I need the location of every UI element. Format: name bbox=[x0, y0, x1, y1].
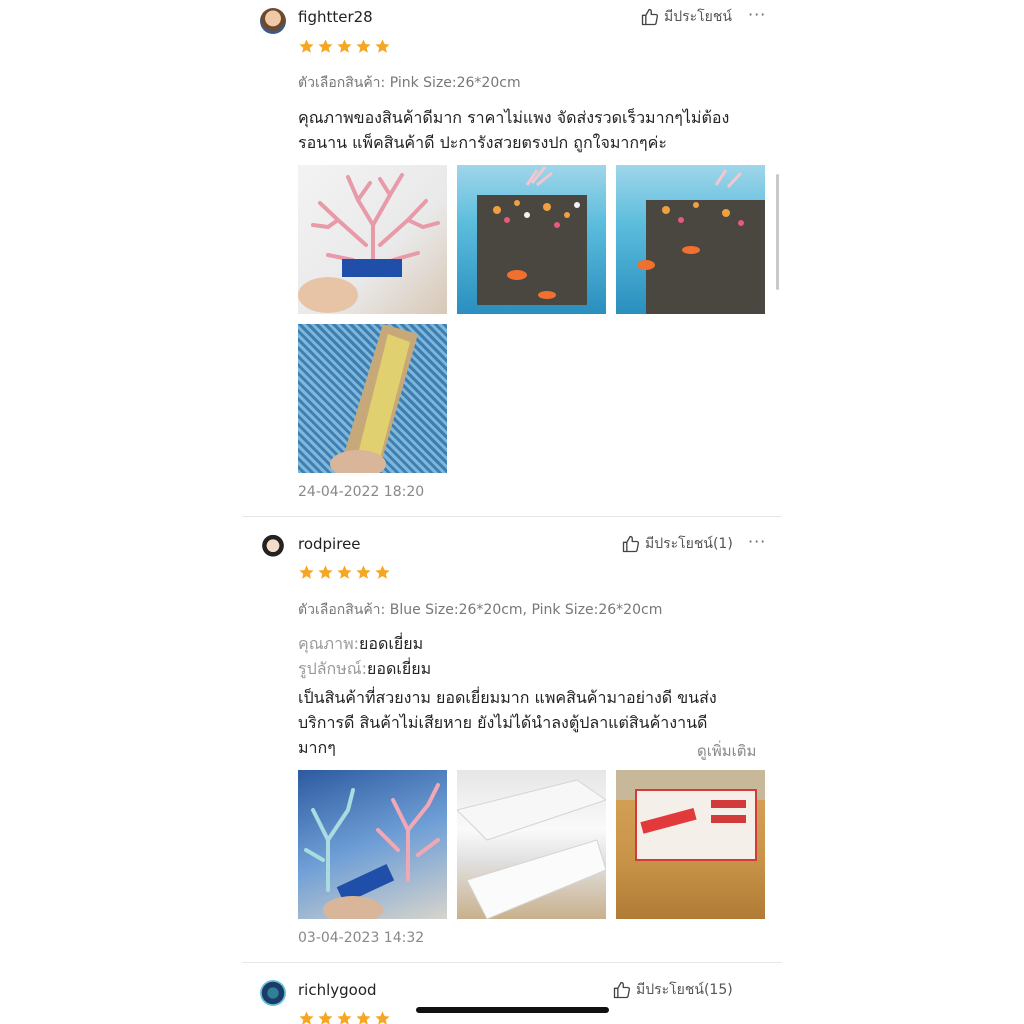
pink-coral-graphic bbox=[298, 173, 440, 313]
review-photo[interactable] bbox=[616, 770, 765, 919]
star-icon bbox=[356, 39, 371, 53]
review-username[interactable]: fightter28 bbox=[298, 8, 373, 26]
appearance-value: ยอดเยี่ยม bbox=[367, 659, 432, 678]
star-icon bbox=[356, 565, 371, 579]
review-photo[interactable] bbox=[298, 165, 447, 314]
review-photo[interactable] bbox=[298, 770, 447, 919]
comment-line: คุณภาพของสินค้าดีมาก ราคาไม่แพง จัดส่งรว… bbox=[298, 108, 730, 127]
quality-rating: คุณภาพ:ยอดเยี่ยม bbox=[298, 631, 423, 656]
quality-label: คุณภาพ: bbox=[298, 634, 360, 653]
review-comment: เป็นสินค้าที่สวยงาม ยอดเยี่ยมมาก แพคสินค… bbox=[298, 685, 766, 760]
quality-value: ยอดเยี่ยม bbox=[359, 634, 424, 653]
star-icon bbox=[375, 565, 390, 579]
star-icon bbox=[375, 39, 390, 53]
review-comment: คุณภาพของสินค้าดีมาก ราคาไม่แพง จัดส่งรว… bbox=[298, 105, 766, 155]
see-more-link[interactable]: ดูเพิ่มเติม bbox=[697, 739, 756, 763]
star-icon bbox=[299, 565, 314, 579]
star-icon bbox=[375, 1011, 390, 1024]
more-options-button[interactable]: ··· bbox=[748, 5, 766, 24]
avatar[interactable] bbox=[260, 8, 286, 34]
avatar[interactable] bbox=[260, 534, 286, 560]
helpful-button[interactable]: มีประโยชน์(15) bbox=[612, 979, 733, 1001]
more-options-button[interactable]: ··· bbox=[748, 532, 766, 551]
review-photo[interactable] bbox=[457, 770, 606, 919]
aquarium-graphic bbox=[477, 166, 587, 305]
shipping-box-graphic bbox=[616, 770, 765, 861]
star-icon bbox=[318, 1011, 333, 1024]
star-icon bbox=[356, 1011, 371, 1024]
star-rating bbox=[298, 564, 391, 581]
star-icon bbox=[337, 1011, 352, 1024]
review-photo[interactable] bbox=[616, 165, 765, 314]
star-icon bbox=[299, 39, 314, 53]
blue-and-pink-coral-graphic bbox=[304, 783, 440, 919]
thumbs-up-icon bbox=[622, 535, 640, 553]
appearance-rating: รูปลักษณ์:ยอดเยี่ยม bbox=[298, 656, 431, 681]
package-graphic bbox=[330, 324, 418, 473]
star-icon bbox=[337, 39, 352, 53]
review-username[interactable]: rodpiree bbox=[298, 535, 361, 553]
review-photo[interactable] bbox=[298, 324, 447, 473]
review-item: richlygood มีประโยชน์(15) bbox=[242, 963, 782, 1024]
appearance-label: รูปลักษณ์: bbox=[298, 659, 368, 678]
helpful-label: มีประโยชน์(1) bbox=[645, 536, 733, 552]
star-icon bbox=[299, 1011, 314, 1024]
review-photo[interactable] bbox=[457, 165, 606, 314]
helpful-label: มีประโยชน์ bbox=[664, 9, 732, 25]
star-icon bbox=[318, 39, 333, 53]
home-indicator[interactable] bbox=[416, 1007, 609, 1013]
avatar[interactable] bbox=[260, 980, 286, 1006]
variant-info: ตัวเลือกสินค้า: Blue Size:26*20cm, Pink … bbox=[298, 602, 663, 618]
helpful-label: มีประโยชน์(15) bbox=[636, 982, 733, 998]
comment-line: มากๆ bbox=[298, 738, 336, 757]
star-rating bbox=[298, 38, 391, 55]
review-date: 24-04-2022 18:20 bbox=[298, 484, 425, 500]
review-item: fightter28 มีประโยชน์ ··· ตัวเลือกสินค้า… bbox=[242, 0, 782, 516]
comment-line: เป็นสินค้าที่สวยงาม ยอดเยี่ยมมาก แพคสินค… bbox=[298, 688, 717, 707]
variant-info: ตัวเลือกสินค้า: Pink Size:26*20cm bbox=[298, 75, 521, 91]
aquarium-closeup-graphic bbox=[637, 169, 765, 314]
helpful-button[interactable]: มีประโยชน์(1) bbox=[621, 533, 733, 555]
review-date: 03-04-2023 14:32 bbox=[298, 930, 425, 946]
star-icon bbox=[318, 565, 333, 579]
comment-line: รอนาน แพ็คสินค้าดี ปะการังสวยตรงปก ถูกใจ… bbox=[298, 133, 667, 152]
scrollbar[interactable] bbox=[776, 174, 779, 290]
review-item: rodpiree มีประโยชน์(1) ··· ตัวเลือกสินค้… bbox=[242, 517, 782, 962]
helpful-button[interactable]: มีประโยชน์ bbox=[640, 6, 732, 28]
comment-line: บริการดี สินค้าไม่เสียหาย ยังไม่ได้นำลงต… bbox=[298, 713, 708, 732]
thumbs-up-icon bbox=[613, 981, 631, 999]
thumbs-up-icon bbox=[641, 8, 659, 26]
star-icon bbox=[337, 565, 352, 579]
star-rating bbox=[298, 1010, 391, 1024]
foam-packaging-graphic bbox=[457, 779, 606, 919]
review-username[interactable]: richlygood bbox=[298, 981, 377, 999]
